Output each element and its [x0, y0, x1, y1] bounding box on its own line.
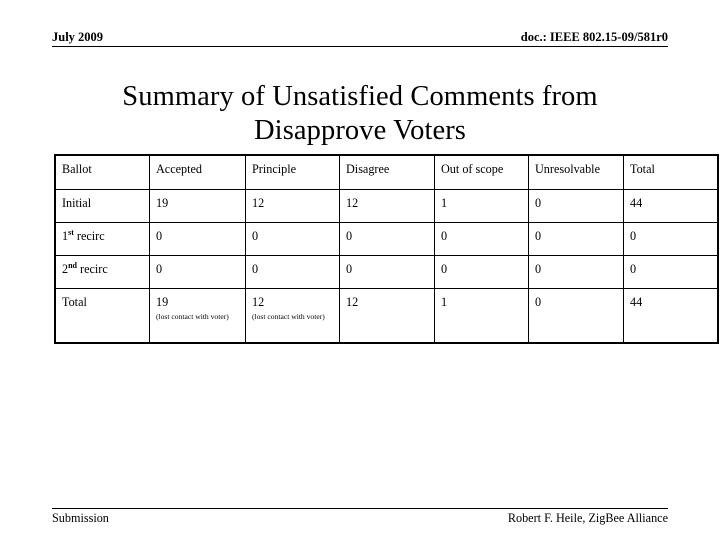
column-header-principle: Principle: [245, 154, 340, 190]
column-header-unresolvable: Unresolvable: [528, 154, 624, 190]
cell-principle: 12 (lost contact with voter): [245, 288, 340, 344]
column-header-ballot: Ballot: [54, 154, 150, 190]
cell-disagree: 12: [339, 189, 435, 223]
cell-accepted-value: 19: [156, 295, 169, 309]
cell-unresolvable: 0: [528, 255, 624, 289]
table-row: 1st recirc 0 0 0 0 0 0: [54, 222, 719, 256]
cell-principle-value: 12: [252, 295, 265, 309]
cell-accepted: 0: [149, 222, 246, 256]
column-header-disagree: Disagree: [339, 154, 435, 190]
cell-total: 0: [623, 222, 719, 256]
cell-out-of-scope: 1: [434, 288, 529, 344]
cell-ballot-suffix: recirc: [73, 229, 105, 243]
cell-unresolvable: 0: [528, 222, 624, 256]
cell-accepted: 19 (lost contact with voter): [149, 288, 246, 344]
cell-accepted: 0: [149, 255, 246, 289]
cell-ballot: Initial: [54, 189, 150, 223]
header-doc-number: doc.: IEEE 802.15-09/581r0: [520, 30, 668, 44]
cell-ballot: 2nd recirc: [54, 255, 150, 289]
table-header-row: Ballot Accepted Principle Disagree Out o…: [54, 154, 719, 190]
cell-ballot: 1st recirc: [54, 222, 150, 256]
footer-divider: [52, 508, 668, 509]
cell-ballot-suffix: recirc: [77, 262, 108, 276]
cell-total: 0: [623, 255, 719, 289]
cell-out-of-scope: 0: [434, 255, 529, 289]
column-header-total: Total: [623, 154, 719, 190]
cell-total: 44: [623, 189, 719, 223]
cell-principle: 0: [245, 255, 340, 289]
cell-out-of-scope: 1: [434, 189, 529, 223]
cell-principle-note: (lost contact with voter): [252, 312, 325, 321]
cell-unresolvable: 0: [528, 189, 624, 223]
column-header-accepted: Accepted: [149, 154, 246, 190]
column-header-out-of-scope: Out of scope: [434, 154, 529, 190]
slide: July 2009 doc.: IEEE 802.15-09/581r0 Sum…: [0, 0, 720, 540]
cell-disagree: 0: [339, 255, 435, 289]
header-date: July 2009: [52, 30, 104, 44]
cell-disagree: 0: [339, 222, 435, 256]
cell-accepted: 19: [149, 189, 246, 223]
footer-author: Robert F. Heile, ZigBee Alliance: [507, 511, 668, 525]
cell-principle: 12: [245, 189, 340, 223]
cell-ballot: Total: [54, 288, 150, 344]
header-divider: [52, 46, 668, 47]
slide-footer: Submission Robert F. Heile, ZigBee Allia…: [52, 511, 668, 529]
table-row-total: Total 19 (lost contact with voter) 12 (los…: [54, 288, 719, 344]
comments-summary-table: Ballot Accepted Principle Disagree Out o…: [54, 154, 719, 344]
cell-disagree: 12: [339, 288, 435, 344]
cell-out-of-scope: 0: [434, 222, 529, 256]
summary-table-container: Ballot Accepted Principle Disagree Out o…: [54, 154, 719, 344]
page-title: Summary of Unsatisfied Comments from Dis…: [122, 81, 598, 147]
table-row: Initial 19 12 12 1 0 44: [54, 189, 719, 223]
cell-ballot-ordinal: nd: [68, 260, 77, 270]
table-row: 2nd recirc 0 0 0 0 0 0: [54, 255, 719, 289]
footer-submission-label: Submission: [52, 511, 109, 525]
cell-accepted-note: (lost contact with voter): [156, 312, 229, 321]
cell-total: 44: [623, 288, 719, 344]
cell-unresolvable: 0: [528, 288, 624, 344]
cell-principle: 0: [245, 222, 340, 256]
